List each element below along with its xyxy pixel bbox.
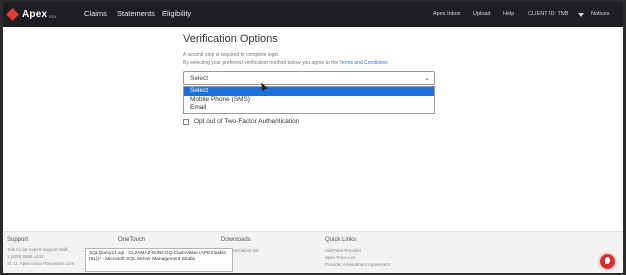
footer-support-phone[interactable]: 1 (800) 8888 4432	[7, 254, 44, 259]
terms-link[interactable]: Terms and Conditions	[339, 60, 387, 66]
top-nav-bar: Apex EDI Claims Statements Eligibility A…	[3, 2, 623, 27]
nav-help[interactable]: Help	[503, 11, 514, 17]
opt-out-label: Opt out of Two-Factor Authentication	[194, 118, 300, 125]
nav-statements[interactable]: Statements	[117, 9, 155, 18]
help-chat-bubble[interactable]	[600, 254, 615, 269]
footer-support-heading: Support	[7, 237, 29, 243]
verification-method-select[interactable]: Select ⌄	[183, 71, 435, 85]
nav-upload[interactable]: Upload	[473, 11, 490, 17]
apex-diamond-icon	[6, 8, 19, 21]
verification-options-list: Select Mobile Phone (SMS) Email	[183, 86, 435, 114]
chat-icon	[605, 257, 610, 264]
page-title: Verification Options	[183, 33, 278, 45]
client-dropdown-caret-icon[interactable]	[578, 13, 584, 17]
footer-support-line: St. Lt. Apex Issue Resolution Line	[7, 261, 75, 266]
nav-claims[interactable]: Claims	[84, 9, 107, 18]
footer-quick-link[interactable]: Provider Amendment Agreement	[325, 262, 390, 267]
footer-quick-link[interactable]: Add New Provider	[325, 248, 361, 253]
footer-support-line: Talk to our expert support staff.	[7, 247, 69, 252]
browser-viewport: Apex EDI Claims Statements Eligibility A…	[3, 2, 623, 273]
nav-eligibility[interactable]: Eligibility	[162, 9, 191, 18]
nav-notices[interactable]: Notices	[591, 11, 609, 17]
footer-downloads-heading: Downloads	[221, 237, 251, 243]
footer-download-link[interactable]: OneClaims NS	[229, 248, 259, 253]
option-email[interactable]: Email	[184, 104, 434, 113]
nav-client-id[interactable]: CLIENT ID: TNB	[528, 11, 568, 17]
footer-quick-links-heading: Quick Links	[325, 237, 357, 243]
footer-quick-link[interactable]: Spec Price List	[325, 255, 355, 260]
select-value: Select	[190, 75, 209, 82]
main-content: Verification Options A second step is re…	[3, 27, 623, 231]
footer-onetouch-heading[interactable]: OneTouch	[118, 237, 145, 243]
agreement-text: By selecting your preferred verification…	[183, 60, 388, 66]
apex-logo[interactable]: Apex EDI	[6, 7, 63, 22]
option-select[interactable]: Select	[184, 87, 434, 96]
opt-out-checkbox[interactable]	[183, 119, 189, 125]
logo-sub-text: EDI	[49, 13, 56, 19]
page-subtitle: A second step is required to complete lo…	[183, 52, 280, 58]
nav-apex-inbox[interactable]: Apex Inbox	[433, 11, 461, 17]
agreement-prefix: By selecting your preferred verification…	[183, 60, 339, 66]
taskbar-window-tooltip: SQLQuery11.sql - CL2AMAZ-IKINCGQ.ClaimVa…	[85, 248, 233, 272]
option-mobile-phone-sms[interactable]: Mobile Phone (SMS)	[184, 96, 434, 105]
chevron-down-icon: ⌄	[424, 75, 430, 82]
logo-text: Apex	[22, 9, 48, 20]
